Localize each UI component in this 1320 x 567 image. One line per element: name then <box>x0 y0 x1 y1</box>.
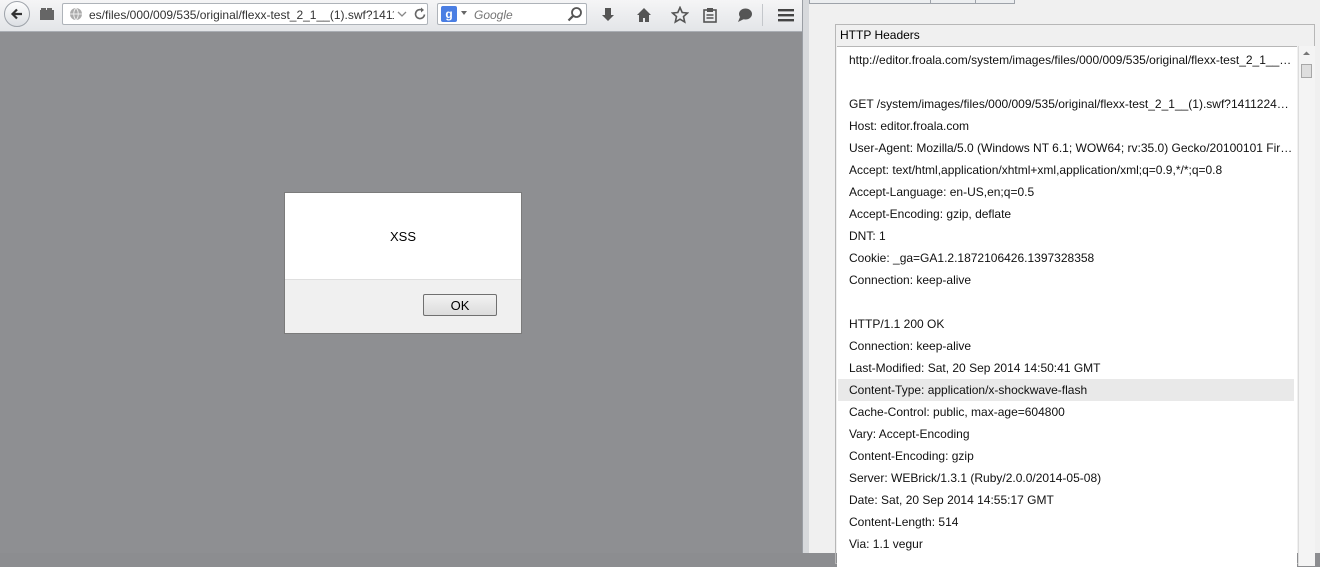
header-blank-line[interactable] <box>838 71 1294 93</box>
browser-window: es/files/000/009/535/original/flexx-test… <box>0 0 802 553</box>
search-icon[interactable] <box>567 6 583 22</box>
header-line[interactable]: DNT: 1 <box>838 225 1294 247</box>
header-line[interactable]: User-Agent: Mozilla/5.0 (Windows NT 6.1;… <box>838 137 1294 159</box>
speech-bubble-icon <box>738 8 752 22</box>
header-line[interactable]: Content-Encoding: gzip <box>838 445 1294 467</box>
header-line[interactable]: Connection: keep-alive <box>838 269 1294 291</box>
navigation-toolbar: es/files/000/009/535/original/flexx-test… <box>0 0 802 32</box>
search-bar[interactable]: g <box>437 3 587 25</box>
tab-groups-icon <box>40 8 54 20</box>
header-line[interactable]: Cache-Control: public, max-age=604800 <box>838 401 1294 423</box>
download-button[interactable] <box>597 4 619 26</box>
panel-tab-1[interactable] <box>809 0 931 4</box>
header-line[interactable]: http://editor.froala.com/system/images/f… <box>838 49 1294 71</box>
home-icon <box>637 8 651 22</box>
http-headers-group: HTTP Headers http://editor.froala.com/sy… <box>835 24 1315 567</box>
back-button[interactable] <box>4 1 30 27</box>
panel-tab-2[interactable] <box>930 0 976 4</box>
back-arrow-icon <box>10 8 22 20</box>
scrollbar-thumb[interactable] <box>1301 64 1312 78</box>
header-line[interactable]: Cookie: _ga=GA1.2.1872106426.1397328358 <box>838 247 1294 269</box>
globe-icon <box>70 7 82 21</box>
address-bar[interactable]: es/files/000/009/535/original/flexx-test… <box>62 3 428 25</box>
search-input[interactable] <box>472 5 570 25</box>
header-line[interactable]: Vary: Accept-Encoding <box>838 423 1294 445</box>
url-text[interactable]: es/files/000/009/535/original/flexx-test… <box>89 8 394 22</box>
panel-tab-3[interactable] <box>975 0 1015 4</box>
vertical-scrollbar[interactable] <box>1298 46 1315 566</box>
header-line[interactable]: Date: Sat, 20 Sep 2014 14:55:17 GMT <box>838 489 1294 511</box>
header-line[interactable]: Content-Length: 514 <box>838 511 1294 533</box>
http-headers-panel: HTTP Headers http://editor.froala.com/sy… <box>809 0 1320 567</box>
scroll-up-arrow-icon[interactable] <box>1301 48 1312 59</box>
header-line[interactable]: Server: WEBrick/1.3.1 (Ruby/2.0.0/2014-0… <box>838 467 1294 489</box>
panel-tab-strip <box>809 0 1320 6</box>
home-button[interactable] <box>633 4 655 26</box>
header-line[interactable]: HTTP/1.1 200 OK <box>838 313 1294 335</box>
http-headers-title: HTTP Headers <box>840 28 920 42</box>
panel-splitter[interactable] <box>802 0 809 553</box>
reading-list-button[interactable] <box>699 4 721 26</box>
alert-message: XSS <box>389 229 416 244</box>
tab-groups-button[interactable] <box>36 3 58 25</box>
header-line[interactable]: Accept-Language: en-US,en;q=0.5 <box>838 181 1294 203</box>
header-line[interactable]: Via: 1.1 vegur <box>838 533 1294 555</box>
download-arrow-icon <box>602 8 614 21</box>
header-line[interactable]: Accept: text/html,application/xhtml+xml,… <box>838 159 1294 181</box>
toolbar-separator <box>762 4 763 26</box>
menu-button[interactable] <box>775 4 797 26</box>
alert-body: XSS <box>285 193 521 280</box>
http-headers-list[interactable]: http://editor.froala.com/system/images/f… <box>837 46 1297 567</box>
star-icon <box>671 6 689 24</box>
header-line[interactable]: Last-Modified: Sat, 20 Sep 2014 14:50:41… <box>838 357 1294 379</box>
header-line[interactable]: Host: editor.froala.com <box>838 115 1294 137</box>
header-line[interactable]: GET /system/images/files/000/009/535/ori… <box>838 93 1294 115</box>
ok-button[interactable]: OK <box>423 294 497 316</box>
hamburger-menu-icon <box>778 9 794 22</box>
header-blank-line[interactable] <box>838 291 1294 313</box>
header-line[interactable]: Content-Type: application/x-shockwave-fl… <box>838 379 1294 401</box>
google-engine-icon[interactable]: g <box>441 6 457 22</box>
alert-dialog: XSS OK <box>284 192 522 334</box>
chat-button[interactable] <box>734 4 756 26</box>
url-dropdown-icon[interactable] <box>397 7 407 21</box>
bookmark-star-button[interactable] <box>669 4 691 26</box>
reload-icon[interactable] <box>413 6 427 22</box>
search-engine-dropdown-icon[interactable] <box>460 7 468 19</box>
header-line[interactable]: Accept-Encoding: gzip, deflate <box>838 203 1294 225</box>
clipboard-icon <box>703 8 717 23</box>
header-line[interactable]: Connection: keep-alive <box>838 335 1294 357</box>
